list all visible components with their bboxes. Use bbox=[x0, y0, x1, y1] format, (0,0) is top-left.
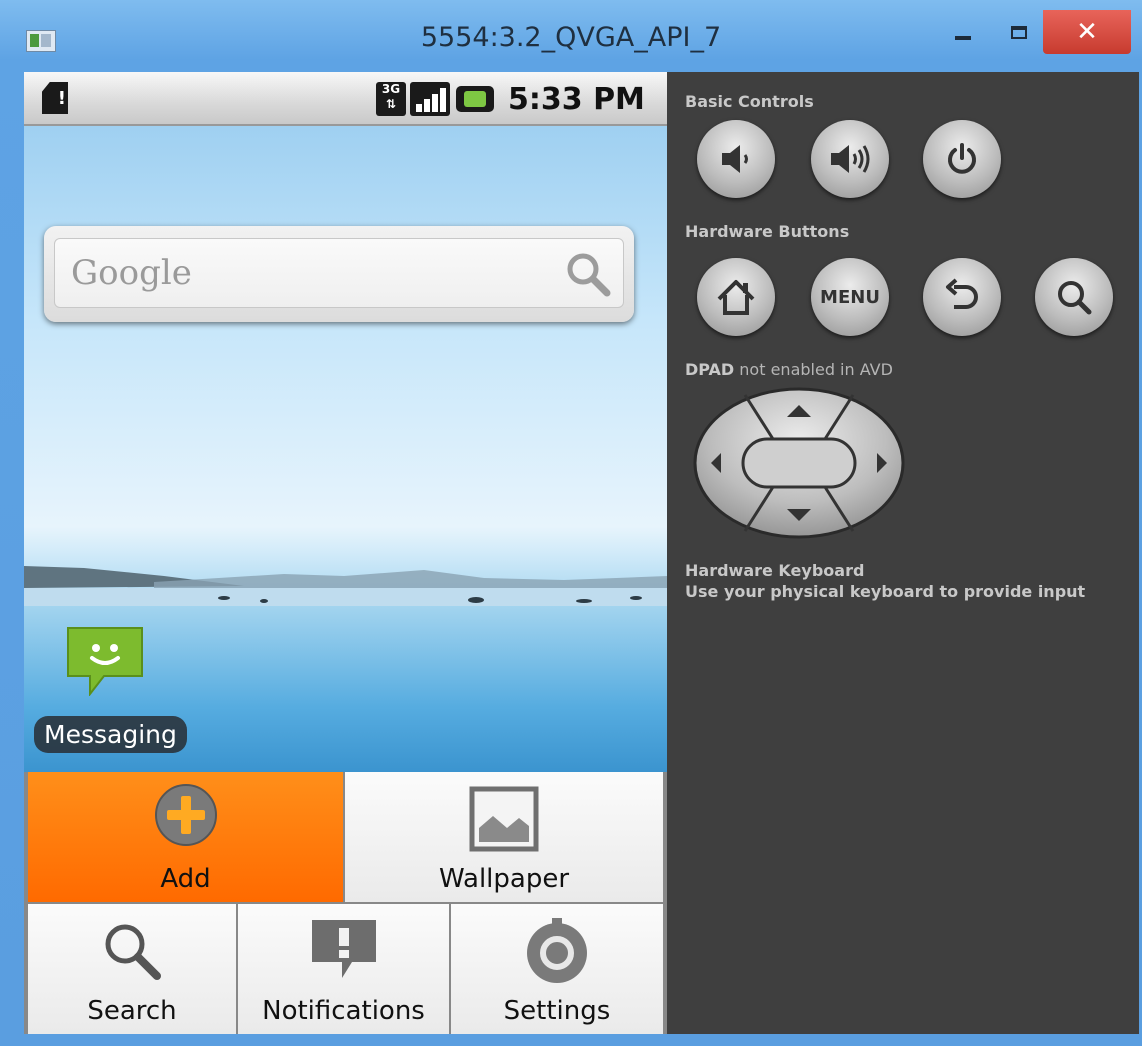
home-icon bbox=[717, 280, 755, 315]
notifications-icon bbox=[311, 920, 376, 978]
search-icon bbox=[105, 924, 161, 980]
volume-down-icon bbox=[722, 145, 748, 173]
sd-card-icon bbox=[42, 82, 68, 114]
back-icon bbox=[946, 278, 978, 309]
basic-controls-heading: Basic Controls bbox=[685, 92, 814, 111]
messaging-icon[interactable] bbox=[64, 624, 146, 696]
menu-item-wallpaper[interactable]: Wallpaper bbox=[345, 772, 663, 902]
menu-item-notifications[interactable]: Notifications bbox=[238, 904, 449, 1034]
close-button[interactable]: ✕ bbox=[1043, 10, 1131, 54]
power-button[interactable] bbox=[923, 120, 1001, 198]
network-type-icon: 3G ⇅ bbox=[376, 82, 406, 116]
menu-item-search[interactable]: Search bbox=[28, 904, 236, 1034]
lake-scenery bbox=[24, 566, 667, 606]
menu-item-add[interactable]: Add bbox=[28, 772, 343, 902]
title-bar[interactable]: 5554:3.2_QVGA_API_7 ✕ bbox=[0, 0, 1142, 70]
search-icon bbox=[1058, 281, 1092, 315]
dpad-status: DPAD not enabled in AVD bbox=[685, 360, 893, 379]
dpad-control[interactable] bbox=[693, 387, 905, 539]
messaging-app-label[interactable]: Messaging bbox=[34, 716, 187, 753]
power-icon bbox=[948, 143, 976, 174]
close-icon: ✕ bbox=[1076, 17, 1098, 47]
google-search-placeholder: Google bbox=[71, 253, 192, 293]
emulator-window: 5554:3.2_QVGA_API_7 ✕ 3G⇅ 5:33 PM bbox=[0, 0, 1142, 1046]
maximize-icon bbox=[1011, 25, 1027, 39]
hardware-buttons-heading: Hardware Buttons bbox=[685, 222, 850, 241]
minimize-button[interactable] bbox=[940, 10, 986, 54]
minimize-icon bbox=[955, 36, 971, 40]
status-bar[interactable]: 3G⇅ 5:33 PM bbox=[24, 72, 667, 126]
controls-panel: Basic Controls Hardware Buttons MENU DPA… bbox=[667, 72, 1139, 1034]
search-icon[interactable] bbox=[563, 249, 611, 297]
back-button[interactable] bbox=[923, 258, 1001, 336]
google-search-widget[interactable]: Google bbox=[44, 226, 634, 322]
signal-icon bbox=[410, 82, 450, 116]
battery-icon bbox=[456, 86, 494, 112]
maximize-button[interactable] bbox=[996, 10, 1042, 54]
google-search-input[interactable]: Google bbox=[54, 238, 624, 308]
volume-up-icon bbox=[831, 145, 870, 173]
home-wallpaper[interactable]: Google Messaging bbox=[24, 126, 667, 772]
hardware-keyboard-info: Hardware Keyboard Use your physical keyb… bbox=[685, 561, 1086, 601]
wallpaper-icon bbox=[469, 786, 539, 852]
home-button[interactable] bbox=[697, 258, 775, 336]
options-menu: Add Wallpaper Search Notifications Setti… bbox=[24, 772, 667, 1034]
phone-screen[interactable]: 3G⇅ 5:33 PM Google bbox=[24, 72, 667, 1034]
search-hardware-button[interactable] bbox=[1035, 258, 1113, 336]
add-icon bbox=[154, 784, 217, 846]
volume-up-button[interactable] bbox=[811, 120, 889, 198]
settings-icon bbox=[527, 918, 587, 983]
status-time: 5:33 PM bbox=[508, 82, 645, 117]
volume-down-button[interactable] bbox=[697, 120, 775, 198]
menu-item-settings[interactable]: Settings bbox=[451, 904, 663, 1034]
menu-hardware-button[interactable]: MENU bbox=[811, 258, 889, 336]
